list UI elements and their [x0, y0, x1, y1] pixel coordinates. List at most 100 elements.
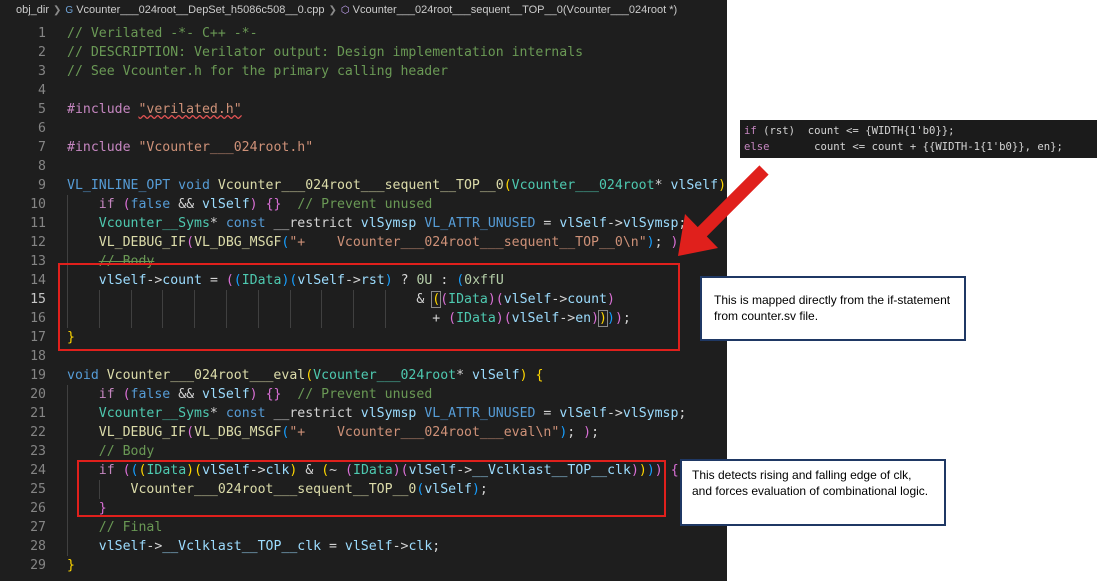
- code-token: (: [186, 425, 195, 440]
- code-token: false: [130, 387, 179, 402]
- code-line[interactable]: 19 void Vcounter___024root___eval(Vcounte…: [0, 366, 727, 385]
- code-line[interactable]: 23 // Body: [0, 442, 727, 461]
- code-token: vlSelf: [202, 387, 250, 402]
- code-token: ->: [146, 539, 163, 554]
- line-number: 14: [30, 273, 46, 288]
- code-token: vlSelf: [202, 197, 250, 212]
- code-token: #include: [67, 102, 139, 117]
- breadcrumb-file[interactable]: Vcounter___024root__DepSet_h5086c508__0.…: [76, 4, 324, 16]
- snippet-token: else: [744, 141, 770, 153]
- snippet-token: count <= count + {{WIDTH-1{1'b0}}, en};: [769, 141, 1063, 153]
- line-number: 28: [30, 539, 46, 554]
- line-number: 8: [38, 159, 46, 174]
- code-token: void: [178, 178, 218, 193]
- breadcrumb-folder[interactable]: obj_dir: [16, 4, 49, 16]
- code-token: VL_ATTR_UNUSED: [424, 406, 544, 421]
- code-line[interactable]: 29}: [0, 556, 727, 575]
- code-line[interactable]: 9 VL_INLINE_OPT void Vcounter___024root__…: [0, 176, 727, 195]
- code-token: ): [519, 368, 528, 383]
- line-number: 1: [38, 26, 46, 41]
- code-token: VL_DBG_MSGF: [194, 235, 282, 250]
- code-token: Vcounter__Syms: [98, 216, 210, 231]
- code-token: false: [130, 197, 179, 212]
- highlight-box-sequent-body: [58, 263, 680, 351]
- code-token: // Prevent unused: [297, 197, 433, 212]
- highlight-box-clk-edge: [77, 460, 666, 517]
- code-line[interactable]: 2 // DESCRIPTION: Verilator output: Desig…: [0, 43, 727, 62]
- cpp-file-icon: G: [65, 4, 74, 16]
- callout-clk-edge: This detects rising and falling edge of …: [680, 459, 946, 526]
- line-number: 2: [38, 45, 46, 60]
- line-number: 23: [30, 444, 46, 459]
- code-line[interactable]: 1 // Verilated -*- C++ -*-: [0, 24, 727, 43]
- code-token: ;: [567, 425, 584, 440]
- snippet-line: if (rst) count <= {WIDTH{1'b0}};: [744, 123, 1093, 139]
- code-line[interactable]: 28 vlSelf->__Vclklast__TOP__clk = vlSelf…: [0, 537, 727, 556]
- code-token: VL_DEBUG_IF: [98, 235, 187, 250]
- code-token: vlSelf: [98, 539, 147, 554]
- chevron-right-icon: ❯: [328, 4, 337, 16]
- code-token: const: [225, 216, 274, 231]
- code-line[interactable]: 3 // See Vcounter.h for the primary calli…: [0, 62, 727, 81]
- code-token: ;: [678, 406, 687, 421]
- code-token: VL_INLINE_OPT: [67, 178, 179, 193]
- code-token: // Prevent unused: [297, 387, 433, 402]
- code-token: vlSelf: [471, 368, 520, 383]
- code-token: (: [186, 235, 195, 250]
- line-number: 12: [30, 235, 46, 250]
- code-token: "Vcounter___024root.h": [138, 140, 314, 155]
- code-token: &&: [178, 387, 203, 402]
- code-token: ): [249, 197, 258, 212]
- code-text: vlSelf->__Vclklast__TOP__clk = vlSelf->c…: [67, 537, 440, 556]
- method-cube-icon: ⬡: [340, 4, 350, 16]
- code-line[interactable]: 12 VL_DEBUG_IF(VL_DBG_MSGF("+ Vcounter__…: [0, 233, 727, 252]
- code-text: // Body: [67, 442, 155, 461]
- code-line[interactable]: 8: [0, 157, 727, 176]
- code-token: __Vclklast__TOP__clk: [162, 539, 322, 554]
- line-number: 27: [30, 520, 46, 535]
- code-token: vlSymsp: [360, 406, 425, 421]
- code-text: // Final: [67, 518, 163, 537]
- code-token: ;: [591, 425, 600, 440]
- code-token: clk: [408, 539, 433, 554]
- line-number: 21: [30, 406, 46, 421]
- code-line[interactable]: 10 if (false && vlSelf) {} // Prevent un…: [0, 195, 727, 214]
- code-token: "+ Vcounter___024root___sequent__TOP__0\…: [289, 235, 647, 250]
- code-text: VL_INLINE_OPT void Vcounter___024root___…: [67, 176, 727, 195]
- breadcrumb-symbol[interactable]: Vcounter___024root___sequent__TOP__0(Vco…: [353, 4, 678, 16]
- code-line[interactable]: 21 Vcounter__Syms* const __restrict vlSy…: [0, 404, 727, 423]
- code-token: vlSymsp: [622, 406, 679, 421]
- code-line[interactable]: 22 VL_DEBUG_IF(VL_DBG_MSGF("+ Vcounter__…: [0, 423, 727, 442]
- code-token: __restrict: [273, 216, 361, 231]
- code-token: (: [305, 368, 314, 383]
- code-token: =: [543, 406, 560, 421]
- code-token: __restrict: [273, 406, 361, 421]
- code-token: ->: [606, 406, 623, 421]
- line-number: 29: [30, 558, 46, 573]
- snippet-line: else count <= count + {{WIDTH-1{1'b0}}, …: [744, 139, 1093, 155]
- code-line[interactable]: 11 Vcounter__Syms* const __restrict vlSy…: [0, 214, 727, 233]
- code-text: #include "Vcounter___024root.h": [67, 138, 313, 157]
- code-token: =: [321, 539, 345, 554]
- code-token: VL_DEBUG_IF: [98, 425, 187, 440]
- code-token: "verilated.h": [138, 102, 242, 117]
- code-token: ): [583, 425, 592, 440]
- code-token: }: [67, 558, 75, 573]
- code-line[interactable]: 27 // Final: [0, 518, 727, 537]
- code-line[interactable]: 4: [0, 81, 727, 100]
- code-token: (: [503, 178, 512, 193]
- code-token: VL_ATTR_UNUSED: [424, 216, 544, 231]
- code-line[interactable]: 5 #include "verilated.h": [0, 100, 727, 119]
- line-number: 24: [30, 463, 46, 478]
- code-token: vlSelf: [344, 539, 393, 554]
- code-line[interactable]: 20 if (false && vlSelf) {} // Prevent un…: [0, 385, 727, 404]
- code-line[interactable]: 6: [0, 119, 727, 138]
- code-line[interactable]: 7 #include "Vcounter___024root.h": [0, 138, 727, 157]
- code-token: {}: [265, 387, 282, 402]
